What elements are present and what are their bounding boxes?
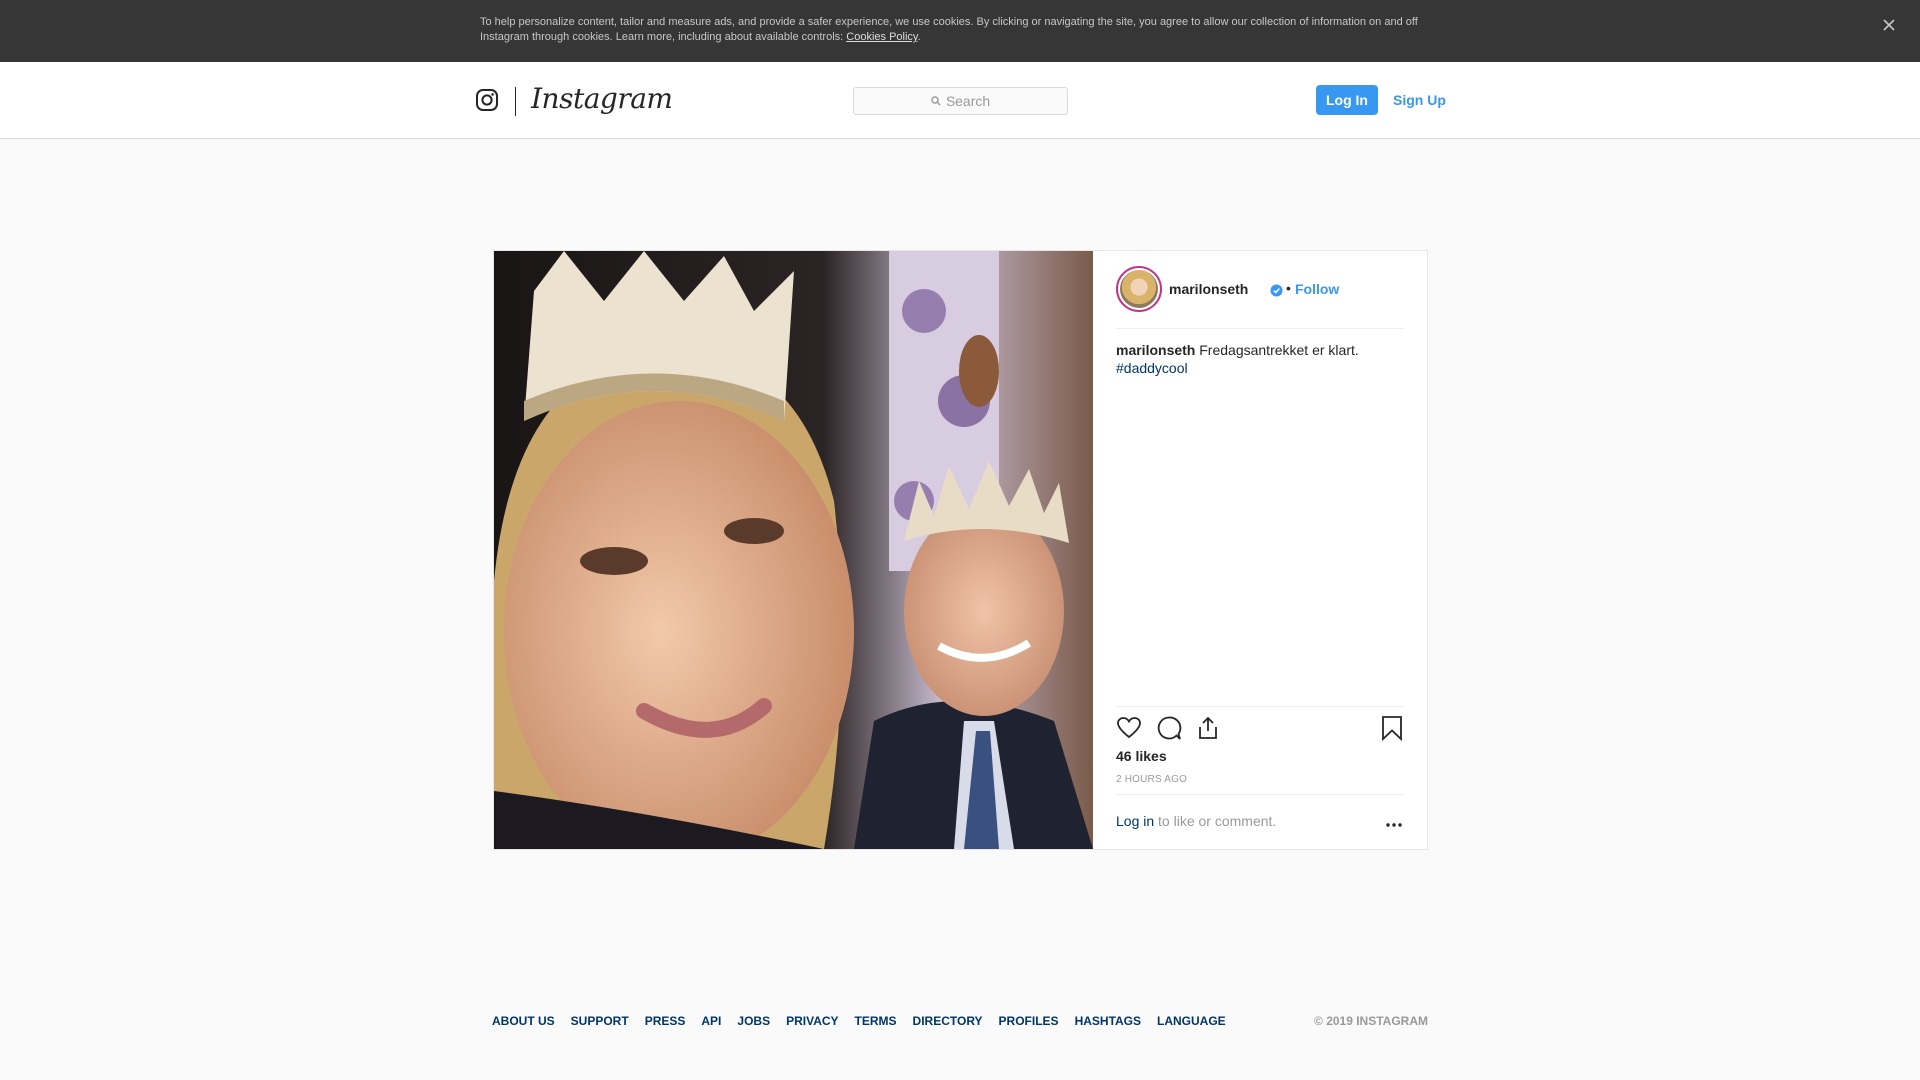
comment-icon[interactable]: [1156, 715, 1182, 741]
like-count[interactable]: 46 likes: [1116, 748, 1167, 764]
divider: [1116, 794, 1404, 795]
post-timestamp: 2 HOURS AGO: [1116, 774, 1188, 785]
share-icon[interactable]: [1195, 715, 1221, 741]
footer-link-language[interactable]: Language: [1157, 1014, 1226, 1028]
footer-link-directory[interactable]: Directory: [913, 1014, 983, 1028]
logo-divider: [515, 87, 516, 116]
follow-button[interactable]: Follow: [1295, 281, 1339, 297]
top-navigation: Instagram Search Log In Sign Up: [0, 62, 1920, 139]
separator: •: [1286, 280, 1291, 296]
verified-badge-icon: [1270, 284, 1283, 297]
search-placeholder: Search: [945, 93, 991, 109]
footer-link-jobs[interactable]: Jobs: [737, 1014, 770, 1028]
footer-link-terms[interactable]: Terms: [855, 1014, 897, 1028]
footer-link-hashtags[interactable]: Hashtags: [1075, 1014, 1141, 1028]
comment-prompt: Log in to like or comment.: [1116, 813, 1276, 829]
footer-link-api[interactable]: API: [701, 1014, 721, 1028]
footer-link-profiles[interactable]: Profiles: [999, 1014, 1059, 1028]
search-icon: [931, 96, 941, 106]
footer: About us Support Press API Jobs Privacy …: [492, 1014, 1428, 1030]
footer-link-about[interactable]: About us: [492, 1014, 555, 1028]
instagram-logo-icon[interactable]: [475, 88, 499, 112]
post-sidebar: marilonseth • Follow marilonseth Fredags…: [1093, 251, 1427, 849]
divider: [1116, 706, 1404, 707]
avatar[interactable]: [1116, 266, 1162, 312]
post-header: marilonseth • Follow: [1116, 251, 1404, 329]
cookie-banner: To help personalize content, tailor and …: [0, 0, 1920, 62]
login-link[interactable]: Log in: [1116, 813, 1154, 829]
close-icon[interactable]: [1880, 16, 1898, 34]
signup-link[interactable]: Sign Up: [1393, 92, 1446, 108]
bookmark-icon[interactable]: [1379, 715, 1405, 742]
footer-link-privacy[interactable]: Privacy: [786, 1014, 838, 1028]
footer-link-press[interactable]: Press: [645, 1014, 686, 1028]
login-button[interactable]: Log In: [1316, 85, 1378, 115]
footer-links: About us Support Press API Jobs Privacy …: [492, 1014, 1242, 1028]
post-photo[interactable]: [494, 251, 1093, 849]
caption-text: Fredagsantrekket er klart.: [1195, 342, 1359, 358]
hashtag-link[interactable]: #daddycool: [1116, 359, 1404, 377]
post-username[interactable]: marilonseth: [1169, 281, 1248, 297]
footer-link-support[interactable]: Support: [571, 1014, 629, 1028]
cookie-suffix: .: [917, 31, 921, 43]
post-card: marilonseth • Follow marilonseth Fredags…: [493, 250, 1428, 850]
search-input[interactable]: Search: [853, 87, 1068, 115]
caption-username[interactable]: marilonseth: [1116, 342, 1195, 358]
more-options-icon[interactable]: [1385, 817, 1403, 827]
cookies-policy-link[interactable]: Cookies Policy: [846, 31, 917, 43]
avatar-image: [1120, 270, 1158, 308]
instagram-wordmark[interactable]: Instagram: [531, 82, 673, 115]
comment-prompt-text: to like or comment.: [1154, 813, 1277, 829]
post-caption: marilonseth Fredagsantrekket er klart. #…: [1116, 341, 1404, 377]
cookie-banner-text: To help personalize content, tailor and …: [480, 15, 1430, 45]
copyright: © 2019 INSTAGRAM: [1314, 1014, 1428, 1028]
heart-icon[interactable]: [1116, 715, 1142, 741]
cookie-text: To help personalize content, tailor and …: [480, 16, 1418, 43]
